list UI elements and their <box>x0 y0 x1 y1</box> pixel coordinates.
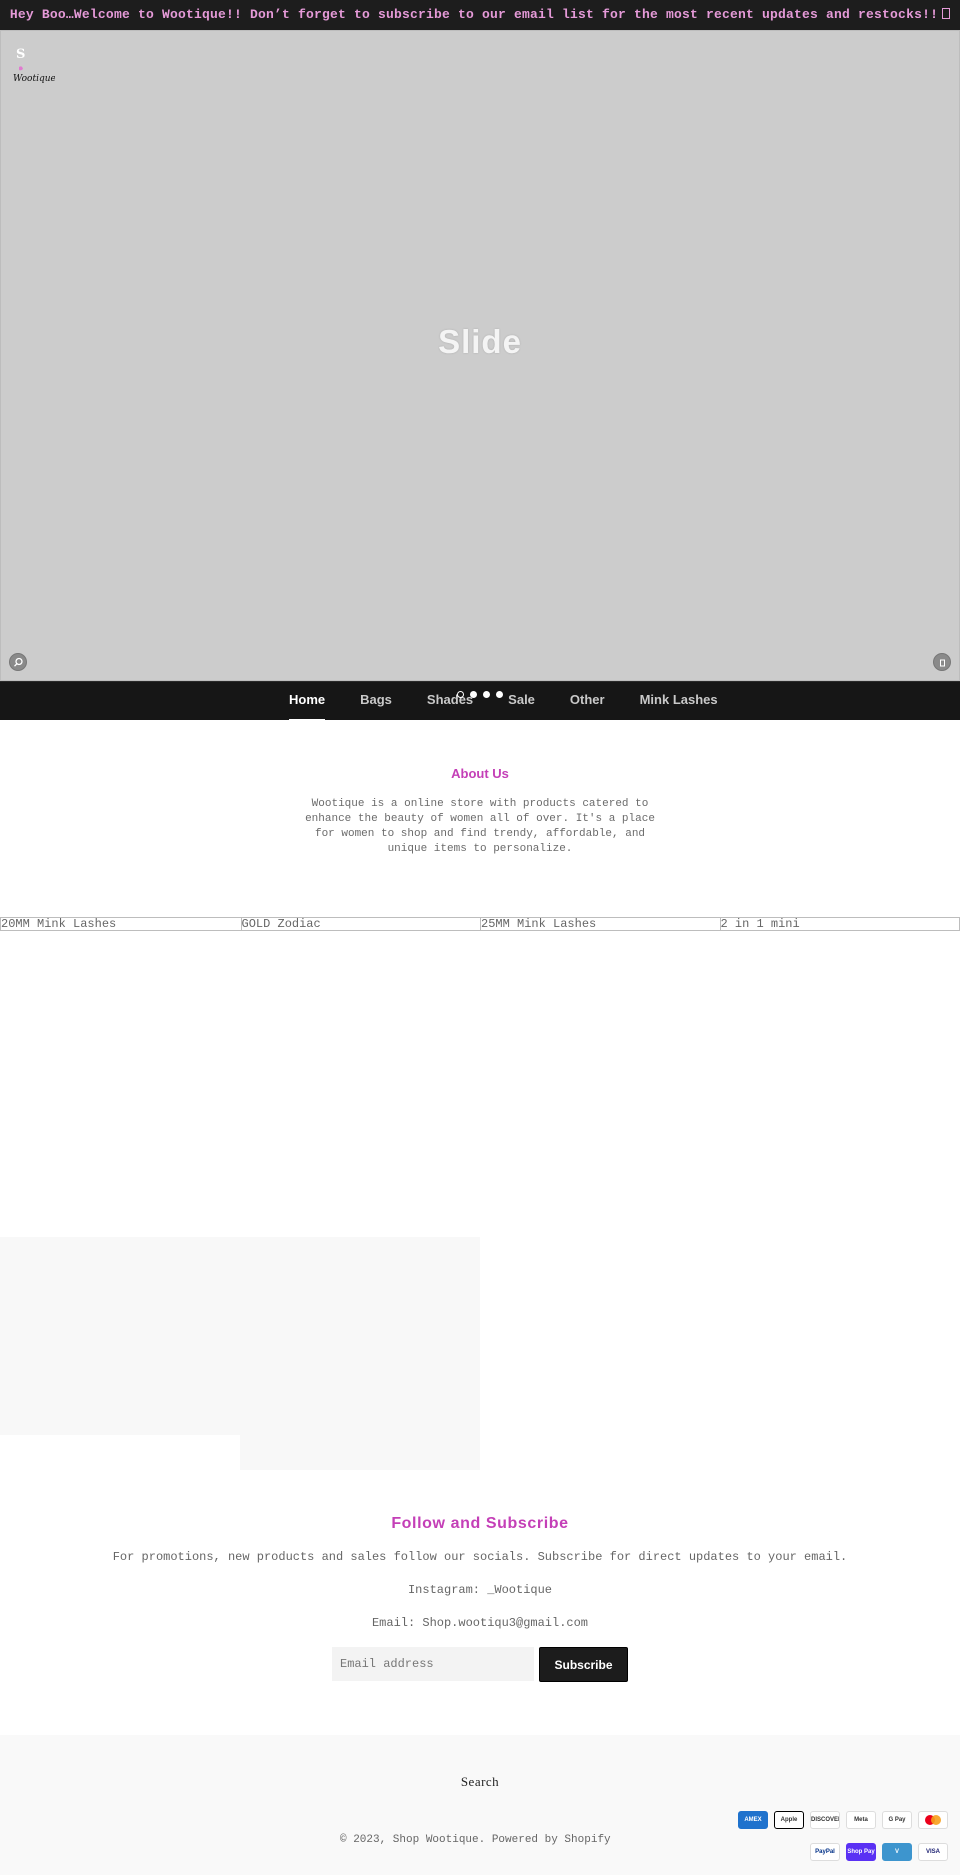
nav-item-mink-lashes[interactable]: Mink Lashes <box>640 682 718 721</box>
nav-item-home[interactable]: Home <box>289 682 326 721</box>
google-pay-icon: G Pay <box>882 1811 912 1829</box>
slide-label: Slide <box>438 323 522 360</box>
product-item[interactable]: GOLD Zodiac <box>240 918 481 930</box>
cart-button[interactable] <box>933 653 951 671</box>
main-navigation: Home Bags Shades Sale Other Mink Lashes <box>0 681 960 721</box>
email-input[interactable] <box>332 1647 534 1681</box>
product-item[interactable]: 2 in 1 mini <box>719 918 960 930</box>
paypal-icon: PayPal <box>810 1843 840 1861</box>
payment-icons: AMEX Apple Pay DISCOVER Meta G Pay PayPa… <box>734 1811 948 1875</box>
follow-description: For promotions, new products and sales f… <box>112 1550 848 1564</box>
nav-item-shades[interactable]: Shades <box>427 682 473 721</box>
shop-pay-icon: Shop Pay <box>846 1843 876 1861</box>
slide-dot-2[interactable] <box>470 691 477 698</box>
nav-item-other[interactable]: Other <box>570 682 605 721</box>
amex-icon: AMEX <box>738 1811 768 1829</box>
meta-pay-icon: Meta <box>846 1811 876 1829</box>
search-button[interactable] <box>9 653 27 671</box>
slide-dot-1[interactable] <box>457 691 464 698</box>
logo-text: Wootique <box>13 74 55 84</box>
product-item[interactable]: 25MM Mink Lashes <box>480 918 720 930</box>
announcement-text: Hey Boo…Welcome to Wootique!! Don’t forg… <box>9 7 939 22</box>
footer-search-link[interactable]: Search <box>0 1774 960 1790</box>
about-text: Wootique is a online store with products… <box>305 798 655 855</box>
slide-dot-3[interactable] <box>483 691 490 698</box>
nav-item-sale[interactable]: Sale <box>508 682 535 721</box>
hero-slideshow[interactable]: S Wootique Slide <box>0 30 960 681</box>
instagram-handle: Instagram: _Wootique <box>407 1583 553 1597</box>
product-list: 20MM Mink Lashes GOLD Zodiac 25MM Mink L… <box>0 917 960 931</box>
image-placeholder <box>240 1435 480 1470</box>
nav-item-bags[interactable]: Bags <box>360 682 392 721</box>
emoji-box-icon <box>942 8 951 19</box>
search-icon <box>14 657 23 667</box>
discover-icon: DISCOVER <box>810 1811 840 1829</box>
venmo-icon: V <box>882 1843 912 1861</box>
slide-dots <box>457 691 503 698</box>
apple-pay-icon: Apple Pay <box>774 1811 804 1829</box>
contact-email: Email: Shop.wootiqu3@gmail.com <box>371 1616 589 1630</box>
footer: Search © 2023, Shop Wootique. Powered by… <box>0 1735 960 1875</box>
follow-title: Follow and Subscribe <box>391 1515 569 1532</box>
cart-icon <box>940 659 945 667</box>
announcement-bar: Hey Boo…Welcome to Wootique!! Don’t forg… <box>0 0 960 30</box>
about-title: About Us <box>451 766 509 781</box>
copyright: © 2023, Shop Wootique. Powered by Shopif… <box>340 1834 611 1846</box>
image-placeholder <box>0 1237 480 1435</box>
mastercard-icon <box>918 1811 948 1829</box>
subscribe-button[interactable]: Subscribe <box>539 1647 628 1682</box>
logo-initial[interactable]: S <box>16 47 25 62</box>
slide-dot-4[interactable] <box>496 691 503 698</box>
product-item[interactable]: 20MM Mink Lashes <box>1 918 241 930</box>
wootique-logo[interactable]: Wootique <box>13 65 55 87</box>
visa-icon: VISA <box>918 1843 948 1861</box>
